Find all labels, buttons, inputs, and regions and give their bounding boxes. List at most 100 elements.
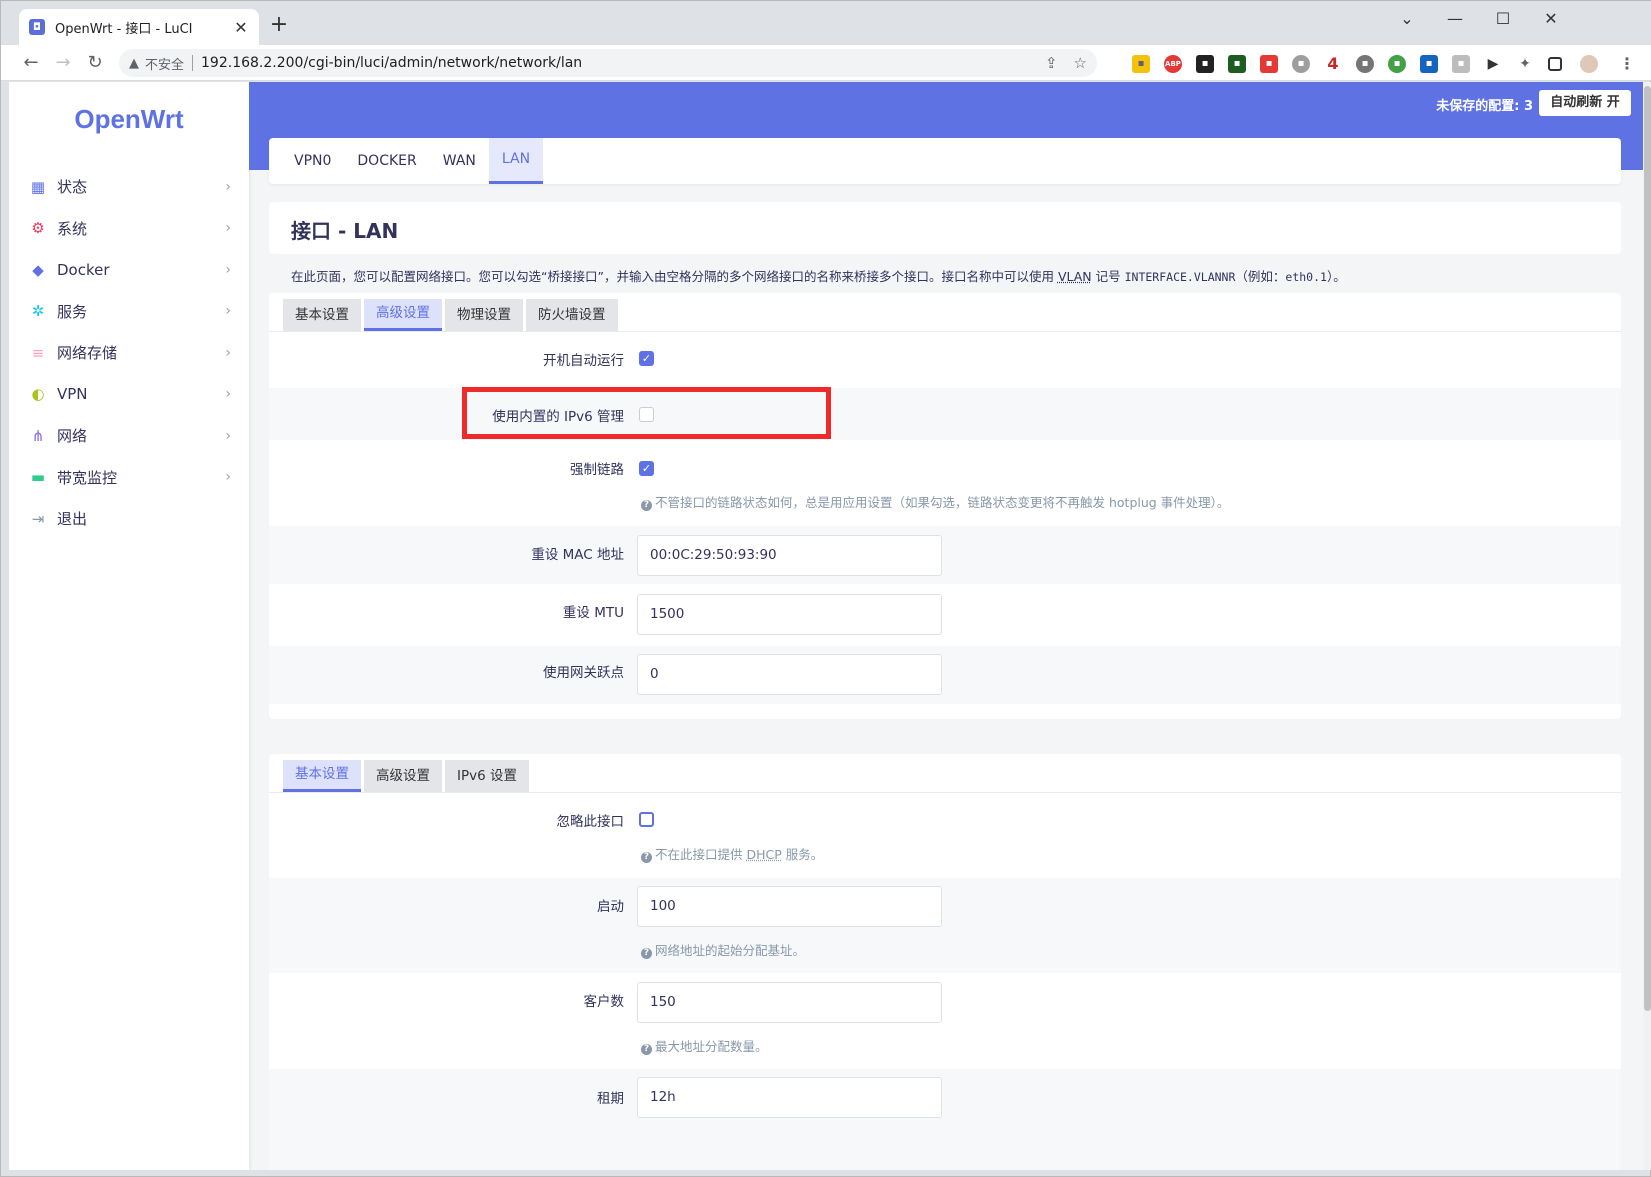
sidebar-item-label: 网络 bbox=[57, 427, 88, 446]
sidebar-item-label: 退出 bbox=[57, 510, 88, 529]
close-window-icon[interactable]: ✕ bbox=[1527, 5, 1575, 33]
general-settings-panel: 基本设置 高级设置 物理设置 防火墙设置 开机自动运行 ✓ 使用内置的 IPv6… bbox=[269, 293, 1621, 719]
chevron-right-icon: › bbox=[225, 303, 231, 320]
help-icon: ? bbox=[641, 1044, 652, 1055]
subtab-firewall[interactable]: 防火墙设置 bbox=[526, 299, 618, 331]
warning-icon: ▲ bbox=[129, 55, 139, 71]
minimize-icon[interactable]: — bbox=[1431, 5, 1479, 33]
tab-title: OpenWrt - 接口 - LuCI bbox=[55, 21, 193, 37]
sidebar-item-status[interactable]: ▦ 状态 › bbox=[9, 166, 249, 208]
tab-wan[interactable]: WAN bbox=[430, 138, 489, 184]
browser-tab[interactable]: ◘ OpenWrt - 接口 - LuCI ✕ bbox=[19, 9, 259, 45]
subtab-dhcp-advanced[interactable]: 高级设置 bbox=[364, 760, 442, 792]
auto-refresh-button[interactable]: 自动刷新 开 bbox=[1539, 90, 1631, 116]
extension-play-icon[interactable]: ▶ bbox=[1484, 55, 1502, 73]
row-start: 启动 100 ? 网络地址的起始分配基址。 bbox=[269, 878, 1621, 973]
vpn-icon: ◐ bbox=[31, 385, 45, 404]
mac-input[interactable]: 00:0C:29:50:93:90 bbox=[637, 535, 942, 576]
extension-blue-icon[interactable]: ▪ bbox=[1420, 55, 1438, 73]
scrollbar-thumb[interactable] bbox=[1644, 86, 1651, 1011]
forward-icon[interactable]: → bbox=[51, 51, 75, 75]
sidebar-item-vpn[interactable]: ◐ VPN › bbox=[9, 374, 249, 416]
help-icon: ? bbox=[641, 948, 652, 959]
sidebar-nav: ▦ 状态 › ⚙ 系统 › ◆ Docker › ✲ 服务 › ≡ 网络存储 ›… bbox=[9, 166, 249, 540]
extension-mask-icon[interactable]: ▪ bbox=[1196, 55, 1214, 73]
extension-ghost-icon[interactable]: ▪ bbox=[1356, 55, 1374, 73]
menu-kebab-icon[interactable]: ⋮ bbox=[1618, 55, 1636, 73]
docker-icon: ◆ bbox=[32, 260, 44, 279]
subtab-dhcp-basic[interactable]: 基本设置 bbox=[283, 760, 361, 792]
tab-lan[interactable]: LAN bbox=[488, 138, 544, 184]
sidebar-item-bandwidth[interactable]: ▬ 带宽监控 › bbox=[9, 457, 249, 499]
unsaved-changes-link[interactable]: 未保存的配置: 3 bbox=[1436, 95, 1533, 114]
force-link-help: ? 不管接口的链路状态如何，总是用应用设置（如果勾选，链路状态变更将不再触发 ho… bbox=[641, 492, 1229, 511]
help-text: 不在此接口提供 bbox=[655, 847, 747, 862]
extension-globe-icon[interactable]: ▪ bbox=[1388, 55, 1406, 73]
close-tab-icon[interactable]: ✕ bbox=[233, 18, 249, 37]
sidebar-item-docker[interactable]: ◆ Docker › bbox=[9, 249, 249, 291]
limit-input[interactable]: 150 bbox=[637, 982, 942, 1023]
limit-help: ? 最大地址分配数量。 bbox=[641, 1036, 768, 1055]
sidebar-item-label: 系统 bbox=[57, 219, 88, 238]
sidebar-item-logout[interactable]: ⇥ 退出 bbox=[9, 498, 249, 540]
new-tab-button[interactable]: + bbox=[267, 13, 291, 37]
share-icon[interactable]: ⇪ bbox=[1045, 54, 1058, 72]
extension-four-icon[interactable]: 4 bbox=[1324, 55, 1342, 73]
sidebar-item-label: VPN bbox=[57, 385, 88, 404]
help-text: 服务。 bbox=[781, 847, 824, 862]
help-text: 不管接口的链路状态如何，总是用应用设置（如果勾选，链路状态变更将不再触发 hot… bbox=[655, 495, 1230, 510]
extension-fe-icon[interactable]: ▪ bbox=[1260, 55, 1278, 73]
metric-input[interactable]: 0 bbox=[637, 654, 942, 695]
sidebar-item-nas[interactable]: ≡ 网络存储 › bbox=[9, 332, 249, 374]
adblock-icon[interactable]: ABP bbox=[1164, 55, 1182, 73]
subtab-physical[interactable]: 物理设置 bbox=[445, 299, 523, 331]
extension-green-icon[interactable]: ▪ bbox=[1228, 55, 1246, 73]
extensions-puzzle-icon[interactable]: ✦ bbox=[1516, 55, 1534, 73]
database-icon: ≡ bbox=[31, 343, 45, 362]
subtab-basic[interactable]: 基本设置 bbox=[283, 299, 361, 331]
profile-avatar[interactable] bbox=[1580, 55, 1598, 73]
chevron-down-icon[interactable]: ⌄ bbox=[1383, 5, 1431, 33]
ignore-checkbox[interactable] bbox=[639, 812, 654, 827]
browser-window: ◘ OpenWrt - 接口 - LuCI ✕ + ⌄ — ☐ ✕ ← → ↻ … bbox=[0, 0, 1651, 1177]
interface-tabs: VPN0 DOCKER WAN LAN bbox=[269, 138, 1621, 184]
subtab-advanced[interactable]: 高级设置 bbox=[364, 299, 442, 331]
extension-image-icon[interactable]: ▪ bbox=[1452, 55, 1470, 73]
security-warning[interactable]: 不安全 bbox=[145, 54, 184, 73]
start-help: ? 网络地址的起始分配基址。 bbox=[641, 940, 805, 959]
extension-squirrel-icon[interactable]: ▪ bbox=[1132, 55, 1150, 73]
page-scrollbar[interactable] bbox=[1643, 82, 1651, 1170]
tab-vpn0[interactable]: VPN0 bbox=[281, 138, 344, 184]
start-input[interactable]: 100 bbox=[637, 886, 942, 927]
force-link-checkbox[interactable]: ✓ bbox=[639, 461, 654, 476]
reload-icon[interactable]: ↻ bbox=[83, 51, 107, 75]
desc-text: 记号 bbox=[1091, 269, 1125, 284]
url-text[interactable]: 192.168.2.200/cgi-bin/luci/admin/network… bbox=[201, 55, 1029, 71]
sidebar-item-network[interactable]: ⋔ 网络 › bbox=[9, 415, 249, 457]
bookmark-star-icon[interactable]: ☆ bbox=[1074, 54, 1087, 72]
highlight-box bbox=[462, 387, 831, 439]
mtu-input[interactable]: 1500 bbox=[637, 594, 942, 635]
side-panel-icon[interactable] bbox=[1548, 57, 1562, 71]
sidebar-item-label: 网络存储 bbox=[57, 344, 118, 363]
back-icon[interactable]: ← bbox=[19, 51, 43, 75]
row-ignore: 忽略此接口 ? 不在此接口提供 DHCP 服务。 bbox=[269, 793, 1621, 878]
tab-docker[interactable]: DOCKER bbox=[344, 138, 429, 184]
browser-toolbar: ← → ↻ ▲ 不安全 192.168.2.200/cgi-bin/luci/a… bbox=[1, 45, 1651, 81]
extension-gray-icon[interactable]: ▪ bbox=[1292, 55, 1310, 73]
desc-code: eth0.1 bbox=[1285, 270, 1327, 284]
subtab-dhcp-ipv6[interactable]: IPv6 设置 bbox=[445, 760, 529, 792]
autostart-checkbox[interactable]: ✓ bbox=[639, 351, 654, 366]
chevron-right-icon: › bbox=[225, 427, 231, 444]
openwrt-logo[interactable]: OpenWrt bbox=[9, 104, 249, 135]
chevron-right-icon: › bbox=[225, 178, 231, 195]
address-bar[interactable]: ▲ 不安全 192.168.2.200/cgi-bin/luci/admin/n… bbox=[119, 49, 1097, 77]
maximize-icon[interactable]: ☐ bbox=[1479, 5, 1527, 33]
force-link-label: 强制链路 bbox=[570, 462, 624, 478]
sidebar: OpenWrt ▦ 状态 › ⚙ 系统 › ◆ Docker › ✲ 服务 › … bbox=[9, 82, 249, 1170]
lease-input[interactable]: 12h bbox=[637, 1077, 942, 1118]
sidebar-item-services[interactable]: ✲ 服务 › bbox=[9, 291, 249, 333]
general-subtabs: 基本设置 高级设置 物理设置 防火墙设置 bbox=[283, 299, 621, 331]
sidebar-item-system[interactable]: ⚙ 系统 › bbox=[9, 208, 249, 250]
chevron-right-icon: › bbox=[225, 386, 231, 403]
